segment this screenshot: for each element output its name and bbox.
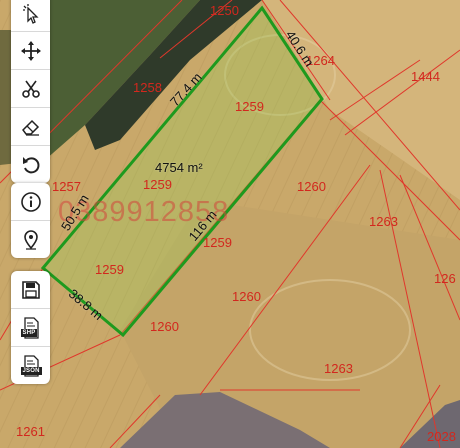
info-icon — [20, 191, 41, 212]
shp-tag: SHP — [20, 328, 38, 337]
undo-tool-button[interactable] — [11, 146, 50, 183]
export-shp-button[interactable]: SHP — [11, 309, 50, 347]
edit-toolbar — [11, 0, 50, 183]
parcel-label[interactable]: 1259 — [203, 235, 232, 250]
move-arrows-icon — [20, 40, 41, 61]
json-tag: JSON — [20, 366, 42, 375]
locate-tool-button[interactable] — [11, 221, 50, 258]
parcel-label[interactable]: 1263 — [369, 214, 398, 229]
parcel-label[interactable]: 1259 — [95, 262, 124, 277]
parcel-label[interactable]: 1259 — [143, 177, 172, 192]
eraser-icon — [21, 119, 39, 136]
parcel-label[interactable]: 2028 — [427, 429, 456, 444]
map-canvas[interactable]: 0389912858 1250 1258 1259 1259 1259 1259… — [0, 0, 460, 448]
area-label: 4754 m² — [155, 160, 203, 175]
info-tool-button[interactable] — [11, 183, 50, 221]
floppy-disk-icon — [21, 280, 40, 299]
select-tool-button[interactable] — [11, 0, 50, 32]
parcel-label[interactable]: 126 — [434, 271, 456, 286]
parcel-label[interactable]: 1260 — [150, 319, 179, 334]
save-tool-button[interactable] — [11, 271, 50, 309]
export-toolbar: SHP JSON — [11, 271, 50, 384]
json-file-icon: JSON — [20, 354, 42, 378]
export-json-button[interactable]: JSON — [11, 347, 50, 384]
parcel-label[interactable]: 1257 — [52, 179, 81, 194]
parcel-label[interactable]: 1259 — [235, 99, 264, 114]
parcel-label[interactable]: 1261 — [16, 424, 45, 439]
scissors-icon — [21, 80, 40, 98]
parcel-label[interactable]: 1250 — [210, 3, 239, 18]
info-toolbar — [11, 183, 50, 258]
parcel-label[interactable]: 1444 — [411, 69, 440, 84]
move-tool-button[interactable] — [11, 32, 50, 70]
parcel-label[interactable]: 1260 — [232, 289, 261, 304]
map-pin-icon — [23, 229, 38, 250]
erase-tool-button[interactable] — [11, 108, 50, 146]
shp-file-icon: SHP — [20, 316, 42, 340]
undo-icon — [22, 156, 39, 173]
parcel-label[interactable]: 1260 — [297, 179, 326, 194]
parcel-label[interactable]: 1258 — [133, 80, 162, 95]
cursor-sparkle-icon — [22, 3, 39, 24]
parcel-label[interactable]: 1263 — [324, 361, 353, 376]
cut-tool-button[interactable] — [11, 70, 50, 108]
